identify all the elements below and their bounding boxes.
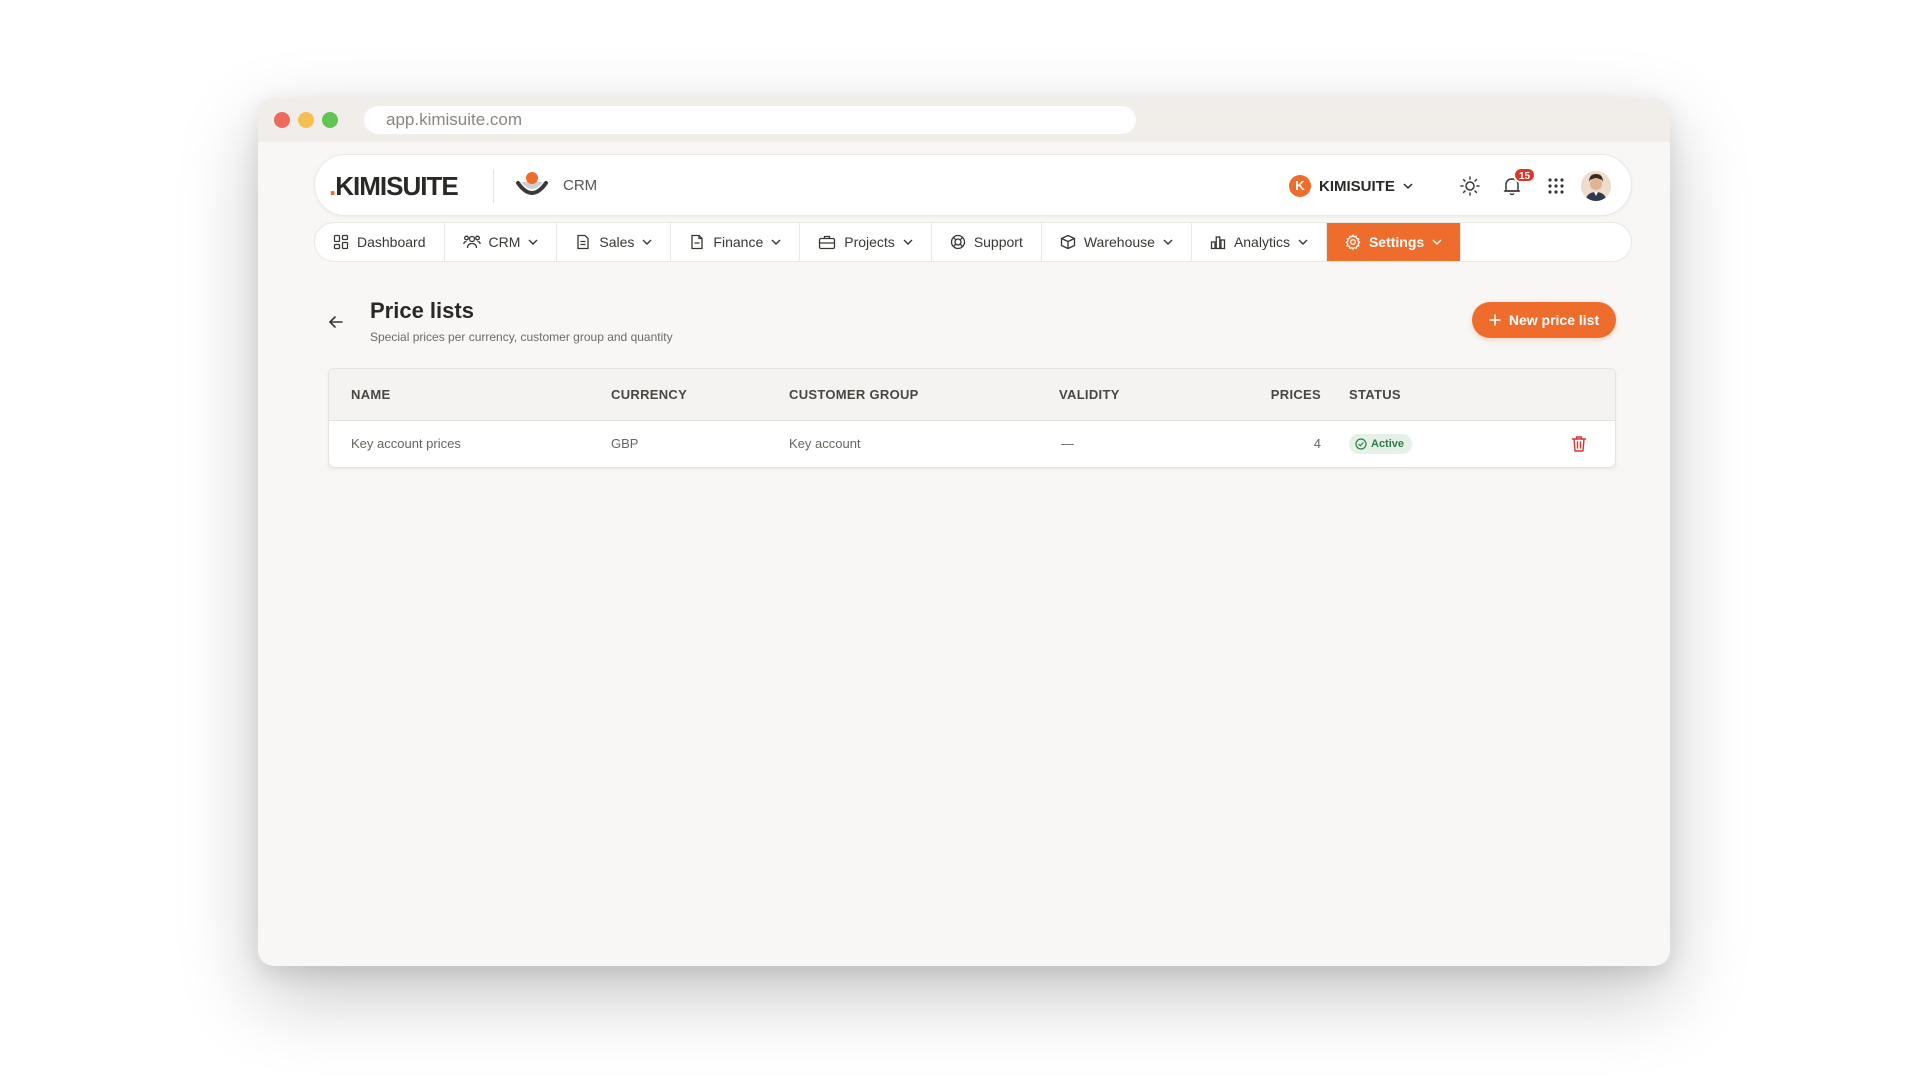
chevron-down-icon (642, 239, 652, 245)
nav-label: Warehouse (1083, 234, 1155, 250)
status-badge: Active (1349, 434, 1413, 454)
tenant-avatar: K (1289, 175, 1311, 197)
app-header: .KIMISUITE CRM K KIMISUITE 15 (314, 154, 1632, 216)
chevron-down-icon (1403, 183, 1413, 190)
close-window-button[interactable] (274, 112, 290, 128)
module-label: CRM (563, 177, 598, 194)
row-currency: GBP (611, 436, 639, 451)
page-subtitle: Special prices per currency, customer gr… (370, 330, 673, 344)
address-bar[interactable]: app.kimisuite.com (364, 106, 1136, 134)
price-lists-table: NAME CURRENCY CUSTOMER GROUP VALIDITY PR… (328, 368, 1616, 468)
apps-grid-icon[interactable] (1545, 175, 1567, 197)
chevron-down-icon (903, 239, 913, 245)
nav-item-analytics[interactable]: Analytics (1192, 223, 1327, 261)
row-validity: — (1061, 436, 1074, 451)
table-row[interactable]: Key account prices GBP Key account — 4 A… (329, 421, 1615, 467)
nav-label: Sales (599, 234, 635, 250)
chevron-down-icon (528, 239, 538, 245)
box-icon (1060, 234, 1076, 250)
nav-label: Support (973, 234, 1023, 250)
crm-module-icon[interactable] (515, 169, 549, 203)
nav-item-settings[interactable]: Settings (1326, 223, 1462, 261)
bar-chart-icon (1210, 236, 1226, 250)
column-header-status[interactable]: STATUS (1349, 387, 1401, 402)
row-name[interactable]: Key account prices (351, 436, 461, 451)
status-label: Active (1371, 438, 1405, 450)
notification-badge: 15 (1513, 167, 1537, 183)
nav-item-dashboard[interactable]: Dashboard (315, 223, 445, 261)
nav-item-support[interactable]: Support (932, 223, 1042, 261)
table-header: NAME CURRENCY CUSTOMER GROUP VALIDITY PR… (329, 369, 1615, 421)
nav-label: Settings (1368, 234, 1425, 250)
new-price-list-button[interactable]: New price list (1472, 302, 1616, 338)
nav-item-projects[interactable]: Projects (800, 223, 932, 261)
briefcase-icon (819, 235, 836, 250)
browser-titlebar: app.kimisuite.com (258, 98, 1670, 142)
gear-icon (1345, 234, 1361, 250)
column-header-prices[interactable]: PRICES (1271, 387, 1321, 402)
new-price-list-label: New price list (1508, 312, 1600, 328)
user-avatar[interactable] (1581, 171, 1611, 201)
browser-window: app.kimisuite.com .KIMISUITE CRM K KIMIS… (258, 98, 1670, 966)
chevron-down-icon (1432, 239, 1442, 245)
column-header-name[interactable]: NAME (351, 387, 390, 402)
maximize-window-button[interactable] (322, 112, 338, 128)
nav-item-finance[interactable]: Finance (671, 223, 801, 261)
lifebuoy-icon (950, 234, 965, 250)
page-title: Price lists (370, 298, 474, 323)
document-icon (577, 234, 590, 250)
check-circle-icon (1355, 438, 1367, 450)
nav-label: Projects (844, 234, 895, 250)
chevron-down-icon (771, 239, 781, 245)
nav-item-crm[interactable]: CRM (445, 223, 558, 261)
users-icon (462, 235, 481, 249)
nav-label: CRM (488, 234, 521, 250)
sun-icon[interactable] (1459, 175, 1481, 197)
nav-item-warehouse[interactable]: Warehouse (1042, 223, 1192, 261)
nav-label: Dashboard (357, 234, 426, 250)
column-header-validity[interactable]: VALIDITY (1059, 387, 1120, 402)
tenant-switcher[interactable]: K KIMISUITE (1289, 175, 1413, 197)
plus-icon (1489, 314, 1501, 326)
user-avatar-icon (1581, 171, 1611, 201)
row-customer-group: Key account (789, 436, 861, 451)
app-logo[interactable]: .KIMISUITE (329, 171, 459, 202)
back-arrow-icon[interactable] (326, 312, 346, 332)
nav-label: Analytics (1233, 234, 1290, 250)
invoice-icon (691, 234, 704, 250)
main-nav: Dashboard CRM Sales Finance Projects Sup… (314, 222, 1632, 262)
column-header-customer-group[interactable]: CUSTOMER GROUP (789, 387, 919, 402)
tenant-name: KIMISUITE (1319, 177, 1395, 195)
chevron-down-icon (1298, 239, 1308, 245)
column-header-currency[interactable]: CURRENCY (611, 387, 687, 402)
dashboard-icon (333, 234, 349, 250)
nav-label: Finance (713, 234, 764, 250)
row-prices: 4 (1313, 436, 1321, 451)
chevron-down-icon (1163, 239, 1173, 245)
header-divider (493, 169, 494, 203)
trash-icon[interactable] (1569, 434, 1589, 454)
nav-item-sales[interactable]: Sales (557, 223, 672, 261)
minimize-window-button[interactable] (298, 112, 314, 128)
